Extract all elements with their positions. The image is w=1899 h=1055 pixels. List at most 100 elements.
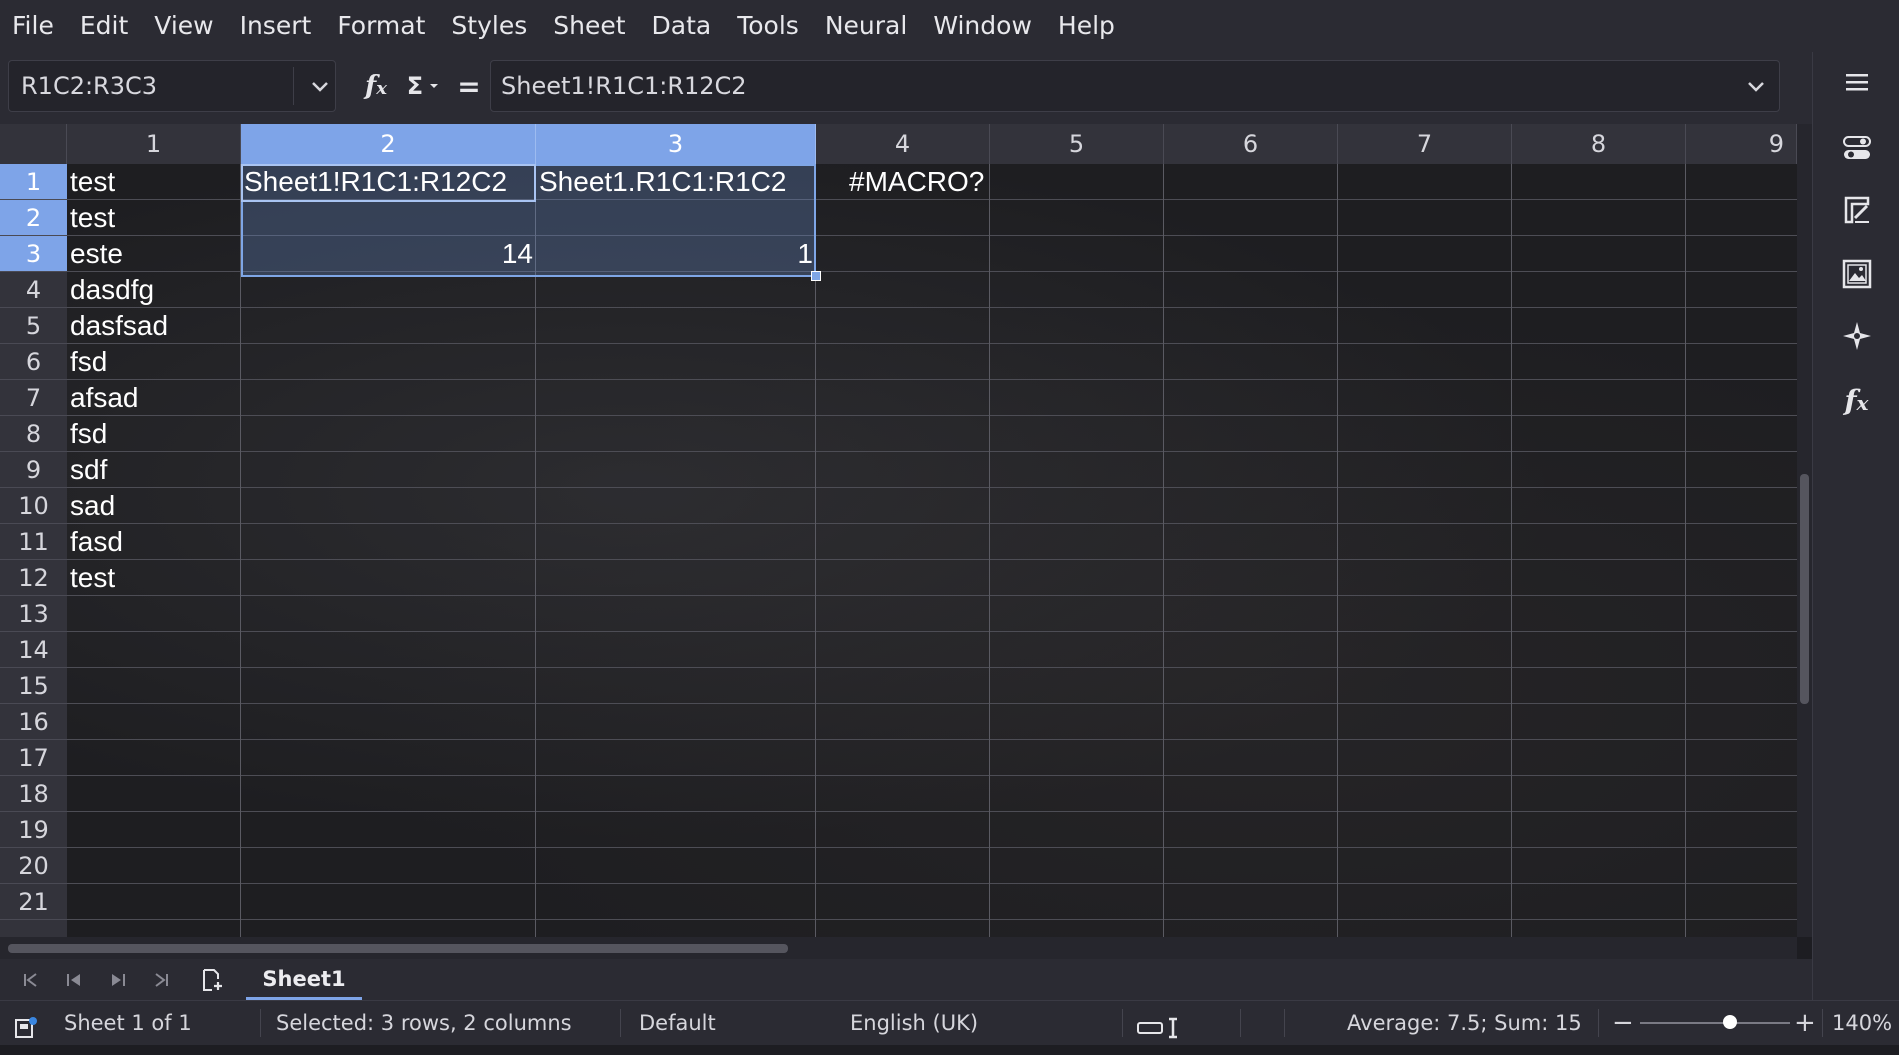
select-all-corner[interactable] bbox=[0, 124, 67, 164]
cell-r1c1[interactable]: test bbox=[67, 164, 241, 200]
menu-data[interactable]: Data bbox=[639, 0, 725, 52]
horizontal-scrollbar[interactable] bbox=[0, 937, 1797, 959]
column-header[interactable]: 9 bbox=[1686, 124, 1797, 164]
row-header[interactable]: 1 bbox=[0, 164, 67, 200]
row-header[interactable]: 21 bbox=[0, 884, 67, 920]
language[interactable]: English (UK) bbox=[850, 1001, 978, 1045]
add-sheet-icon[interactable] bbox=[192, 959, 232, 1000]
row-header[interactable]: 11 bbox=[0, 524, 67, 560]
row-header[interactable]: 13 bbox=[0, 596, 67, 632]
selection-summary[interactable]: Average: 7.5; Sum: 15 bbox=[1347, 1001, 1582, 1045]
zoom-slider[interactable] bbox=[1640, 1001, 1790, 1045]
cell-r1c4[interactable]: #MACRO? bbox=[846, 164, 1146, 200]
menu-insert[interactable]: Insert bbox=[227, 0, 325, 52]
menu-file[interactable]: File bbox=[0, 0, 67, 52]
row-header[interactable]: 8 bbox=[0, 416, 67, 452]
column-header[interactable]: 8 bbox=[1512, 124, 1686, 164]
zoom-in-icon[interactable]: + bbox=[1794, 1001, 1816, 1045]
zoom-slider-knob[interactable] bbox=[1723, 1015, 1737, 1029]
menu-styles[interactable]: Styles bbox=[438, 0, 540, 52]
cell-r4c1[interactable]: dasdfg bbox=[67, 272, 241, 308]
insert-mode-icon[interactable] bbox=[1136, 1011, 1182, 1055]
column-header[interactable]: 4 bbox=[816, 124, 990, 164]
menu-help[interactable]: Help bbox=[1045, 0, 1128, 52]
menu-format[interactable]: Format bbox=[324, 0, 438, 52]
spreadsheet-grid[interactable]: 1 2 3 4 5 6 7 8 9 1 2 3 4 5 6 7 8 9 10 11 12 13 14 15 1… bbox=[0, 124, 1812, 937]
cell-r8c1[interactable]: fsd bbox=[67, 416, 241, 452]
formula-input-value[interactable]: Sheet1!R1C1:R12C2 bbox=[501, 61, 747, 111]
row-header[interactable]: 3 bbox=[0, 236, 67, 272]
column-header[interactable]: 7 bbox=[1338, 124, 1512, 164]
cell-r3c3[interactable]: 1 bbox=[536, 236, 816, 272]
row-header[interactable]: 14 bbox=[0, 632, 67, 668]
next-sheet-icon[interactable] bbox=[98, 959, 138, 1000]
chevron-down-icon[interactable] bbox=[303, 61, 337, 111]
last-sheet-icon[interactable] bbox=[142, 959, 182, 1000]
zoom-out-icon[interactable]: − bbox=[1612, 1001, 1634, 1045]
styles-icon[interactable] bbox=[1813, 182, 1899, 238]
properties-icon[interactable] bbox=[1813, 120, 1899, 176]
cell-r3c2[interactable]: 14 bbox=[241, 236, 536, 272]
page-style[interactable]: Default bbox=[639, 1001, 716, 1045]
navigator-icon[interactable] bbox=[1813, 308, 1899, 364]
gallery-icon[interactable] bbox=[1813, 246, 1899, 302]
cell-r5c1[interactable]: dasfsad bbox=[67, 308, 241, 344]
row-header[interactable]: 15 bbox=[0, 668, 67, 704]
menu-neural[interactable]: Neural bbox=[812, 0, 920, 52]
column-header[interactable]: 2 bbox=[241, 124, 536, 164]
column-header[interactable]: 5 bbox=[990, 124, 1164, 164]
function-wizard-icon[interactable]: fx bbox=[358, 62, 394, 110]
formula-icon[interactable]: = bbox=[454, 62, 484, 110]
row-header[interactable]: 9 bbox=[0, 452, 67, 488]
column-gridline bbox=[1163, 164, 1164, 937]
column-header[interactable]: 6 bbox=[1164, 124, 1338, 164]
row-header[interactable]: 12 bbox=[0, 560, 67, 596]
menu-tools[interactable]: Tools bbox=[724, 0, 812, 52]
menu-view[interactable]: View bbox=[141, 0, 226, 52]
cell-r1c2[interactable]: Sheet1!R1C1:R12C2 bbox=[241, 164, 536, 200]
row-header[interactable]: 4 bbox=[0, 272, 67, 308]
row-header[interactable]: 19 bbox=[0, 812, 67, 848]
sheet-position[interactable]: Sheet 1 of 1 bbox=[64, 1001, 192, 1045]
vertical-scroll-thumb[interactable] bbox=[1800, 474, 1809, 704]
row-header[interactable]: 10 bbox=[0, 488, 67, 524]
row-header[interactable]: 7 bbox=[0, 380, 67, 416]
cell-r7c1[interactable]: afsad bbox=[67, 380, 241, 416]
zoom-level[interactable]: 140% bbox=[1832, 1001, 1892, 1045]
expand-formula-bar-icon[interactable] bbox=[1739, 61, 1773, 111]
menu-edit[interactable]: Edit bbox=[67, 0, 141, 52]
first-sheet-icon[interactable] bbox=[10, 959, 50, 1000]
row-header[interactable]: 16 bbox=[0, 704, 67, 740]
fill-handle[interactable] bbox=[811, 271, 821, 281]
row-header[interactable]: 5 bbox=[0, 308, 67, 344]
cell-r6c1[interactable]: fsd bbox=[67, 344, 241, 380]
column-header[interactable]: 1 bbox=[67, 124, 241, 164]
hamburger-menu-icon[interactable] bbox=[1813, 54, 1899, 110]
cell-r2c1[interactable]: test bbox=[67, 200, 241, 236]
row-header[interactable]: 6 bbox=[0, 344, 67, 380]
sheet-tab[interactable]: Sheet1 bbox=[246, 959, 362, 1000]
menu-sheet[interactable]: Sheet bbox=[540, 0, 638, 52]
cell-r9c1[interactable]: sdf bbox=[67, 452, 241, 488]
row-header[interactable] bbox=[0, 920, 67, 937]
horizontal-scroll-thumb[interactable] bbox=[8, 944, 788, 953]
cell-r12c1[interactable]: test bbox=[67, 560, 241, 596]
row-header[interactable]: 2 bbox=[0, 200, 67, 236]
name-box[interactable]: R1C2:R3C3 bbox=[8, 60, 336, 112]
vertical-scrollbar[interactable] bbox=[1797, 124, 1812, 937]
functions-icon[interactable]: fx bbox=[1813, 372, 1899, 428]
previous-sheet-icon[interactable] bbox=[54, 959, 94, 1000]
cell-r10c1[interactable]: sad bbox=[67, 488, 241, 524]
row-header[interactable]: 20 bbox=[0, 848, 67, 884]
name-box-value[interactable]: R1C2:R3C3 bbox=[21, 61, 157, 111]
cell-r3c1[interactable]: este bbox=[67, 236, 241, 272]
formula-input[interactable]: Sheet1!R1C1:R12C2 bbox=[490, 60, 1780, 112]
menu-window[interactable]: Window bbox=[920, 0, 1045, 52]
cell-r1c3[interactable]: Sheet1.R1C1:R1C2 bbox=[536, 164, 816, 200]
row-header[interactable]: 17 bbox=[0, 740, 67, 776]
sum-icon[interactable]: Σ bbox=[400, 62, 448, 110]
document-modified-icon[interactable] bbox=[14, 1011, 38, 1055]
column-header[interactable]: 3 bbox=[536, 124, 816, 164]
cell-r11c1[interactable]: fasd bbox=[67, 524, 241, 560]
row-header[interactable]: 18 bbox=[0, 776, 67, 812]
